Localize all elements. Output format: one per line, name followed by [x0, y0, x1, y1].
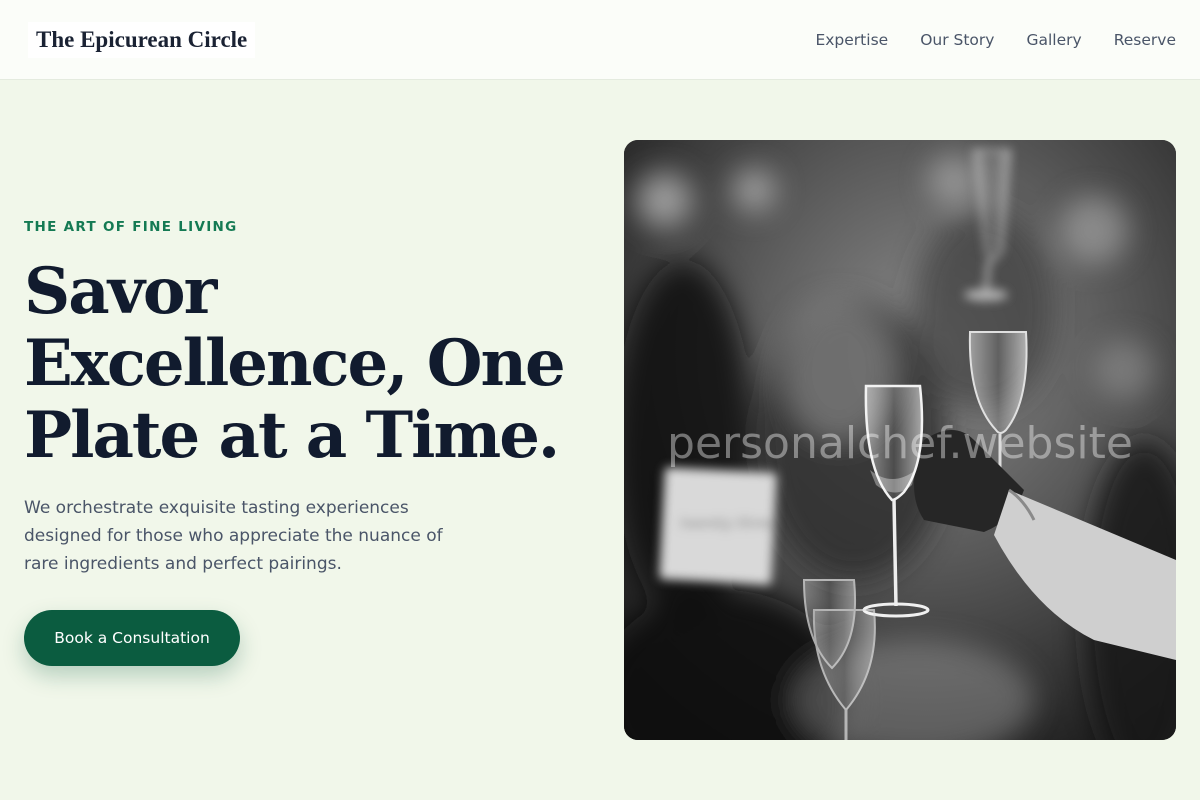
watermark-text: personalchef.website — [667, 418, 1133, 469]
nav-our-story[interactable]: Our Story — [920, 31, 994, 49]
table-card-text: twenty three — [680, 514, 777, 532]
nav-reserve[interactable]: Reserve — [1114, 31, 1176, 49]
brand-logo[interactable]: The Epicurean Circle — [28, 22, 256, 58]
nav-gallery[interactable]: Gallery — [1026, 31, 1081, 49]
hero-description: We orchestrate exquisite tasting experie… — [24, 498, 443, 574]
hero-photo: twenty three personalchef.website — [624, 140, 1176, 740]
hero-eyebrow: THE ART OF FINE LIVING — [24, 219, 238, 235]
main-nav: Expertise Our Story Gallery Reserve — [815, 0, 1176, 80]
site-header: The Epicurean Circle Expertise Our Story… — [0, 0, 1200, 80]
hero-headline: Savor Excellence, One Plate at a Time. — [24, 254, 566, 473]
book-consultation-button[interactable]: Book a Consultation — [24, 610, 240, 666]
nav-expertise[interactable]: Expertise — [815, 31, 888, 49]
